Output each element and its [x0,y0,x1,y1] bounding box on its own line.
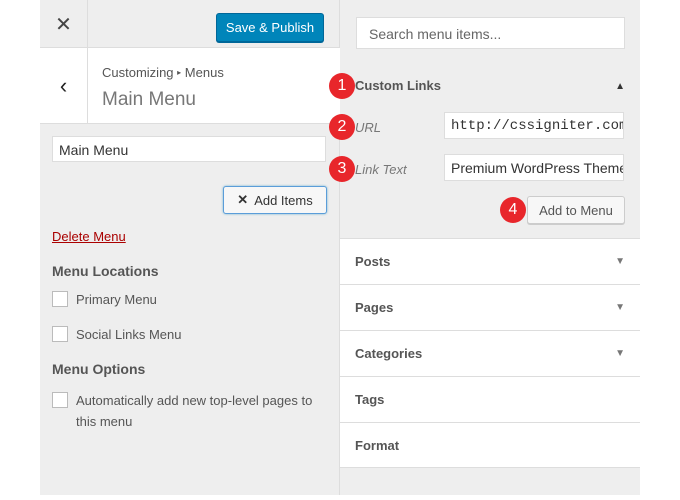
expand-arrow-icon: ▼ [615,348,625,359]
collapse-arrow-icon[interactable]: ▲ [615,81,625,92]
section-categories[interactable]: Categories ▼ [340,330,640,376]
breadcrumb-current: Menus [184,65,224,80]
menu-locations-heading: Menu Locations [52,263,159,279]
custom-links-toggle[interactable]: Custom Links [355,78,441,93]
menu-name-input[interactable]: Main Menu [52,136,326,162]
auto-add-checkbox[interactable] [52,392,68,408]
section-tags[interactable]: Tags [340,376,640,422]
section-label: Format [355,438,400,453]
section-posts[interactable]: Posts ▼ [340,238,640,284]
add-to-menu-button[interactable]: Add to Menu [527,196,625,224]
section-label: Tags [355,392,385,407]
url-input[interactable]: http://cssigniter.com/ [444,112,624,139]
header-bar: ✕ Save & Publish [40,0,340,48]
breadcrumb: Customizing ▸ Menus [102,65,224,80]
primary-menu-label: Primary Menu [76,292,157,307]
available-menu-items-panel: Search menu items... Custom Links ▲ URL … [340,0,640,495]
customizer-sidebar: ✕ Save & Publish ‹ Customizing ▸ Menus M… [40,0,340,495]
save-publish-button[interactable]: Save & Publish [216,13,324,42]
menu-options-heading: Menu Options [52,361,146,377]
section-pages[interactable]: Pages ▼ [340,284,640,330]
primary-menu-checkbox[interactable] [52,291,68,307]
section-title: ‹ Customizing ▸ Menus Main Menu [40,48,340,124]
section-label: Posts [355,254,391,269]
step-badge-1: 1 [329,73,355,99]
close-icon: ✕ [237,192,249,207]
expand-arrow-icon: ▼ [615,302,625,313]
add-items-label: Add Items [254,192,313,208]
breadcrumb-separator: ▸ [177,68,182,77]
link-text-label: Link Text [355,162,407,177]
back-chevron-icon[interactable]: ‹ [40,48,88,124]
section-label: Categories [355,346,423,361]
search-menu-items-input[interactable]: Search menu items... [356,17,625,49]
expand-arrow-icon: ▼ [615,256,625,267]
breadcrumb-root: Customizing [102,65,174,80]
delete-menu-link[interactable]: Delete Menu [52,229,126,244]
link-text-input[interactable]: Premium WordPress Themes [444,154,624,181]
social-links-menu-label: Social Links Menu [76,327,182,342]
step-badge-4: 4 [500,197,526,223]
step-badge-2: 2 [329,114,355,140]
url-label: URL [355,120,382,135]
social-links-menu-checkbox[interactable] [52,326,68,342]
section-label: Pages [355,300,394,315]
page-title: Main Menu [102,89,196,110]
close-icon[interactable]: ✕ [40,0,88,48]
section-format[interactable]: Format [340,422,640,468]
add-items-button[interactable]: ✕ Add Items [223,186,327,214]
step-badge-3: 3 [329,156,355,182]
auto-add-label: Automatically add new top-level pages to… [76,393,313,429]
